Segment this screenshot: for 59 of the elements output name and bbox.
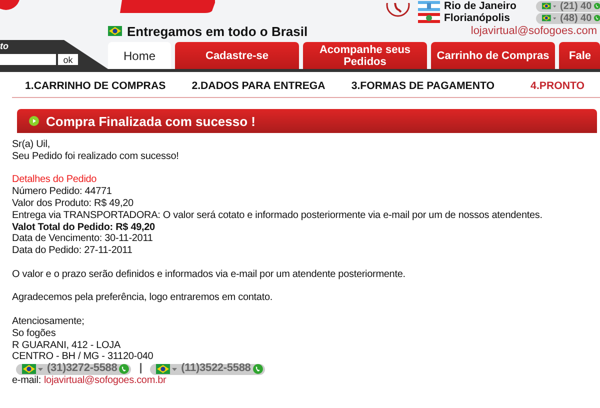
- phone-pill[interactable]: (21) 40: [536, 0, 600, 12]
- message-text: Seu Pedido foi realizado com sucesso!: [12, 150, 180, 163]
- section-heading: Detalhes do Pedido: [12, 174, 98, 186]
- email-link[interactable]: lojavirtual@sofogoes.com.br: [44, 374, 166, 386]
- logo-icon: [0, 0, 215, 13]
- checkout-step: 2.DADOS PARA ENTREGA: [192, 80, 326, 92]
- separator: |: [139, 363, 142, 375]
- brazil-flag-icon: [22, 364, 36, 374]
- nav-tab[interactable]: Home: [108, 42, 171, 69]
- caret-icon: [552, 16, 556, 20]
- message-text: Agradecemos pela preferência, logo entraremos em contato.: [12, 292, 274, 304]
- city-name: Rio de Janeiro: [444, 0, 518, 12]
- phone-pill[interactable]: (11)3522-5588: [150, 364, 265, 375]
- total-text: Valot Total do Pedido: R$ 49,20: [12, 222, 156, 234]
- message-text: R GUARANI, 412 - LOJA: [12, 340, 122, 352]
- nav-tab[interactable]: Carrinho de Compras: [431, 42, 555, 69]
- nav-tab[interactable]: Cadastre-se: [175, 42, 299, 69]
- phone-number: (31)3272-5588: [47, 363, 118, 375]
- flag-icon: [418, 13, 440, 23]
- brazil-flag-icon: [542, 1, 551, 11]
- bullet-icon: [29, 116, 39, 126]
- message-text: O valor e o prazo serão definidos e informados via e-mail por um atendente posteriormente.: [12, 268, 406, 281]
- banner-title: Compra Finalizada com sucesso !: [46, 114, 256, 128]
- checkout-step: 3.FORMAS DE PAGAMENTO: [351, 80, 495, 92]
- message-text: So fogões: [12, 328, 57, 340]
- email-label: e-mail:: [12, 374, 41, 386]
- message-text: Número Pedido: 44771: [12, 186, 113, 198]
- caret-icon: [38, 368, 43, 371]
- nav-tab[interactable]: Acompanhe seus Pedidos: [303, 42, 427, 69]
- nav-tab[interactable]: Fale: [559, 42, 600, 69]
- phone-number: (48) 40: [560, 12, 592, 24]
- message-text: Atenciosamente;: [12, 316, 86, 328]
- message-text: CENTRO - BH / MG - 31120-040: [12, 351, 154, 363]
- brazil-flag-icon: [108, 26, 122, 36]
- message-text: Entrega via TRANSPORTADORA: O valor será cotato e informado posteriormente via e-mail por um de nossos atendentes.: [12, 210, 544, 222]
- caret-icon: [172, 368, 178, 371]
- brazil-flag-icon: [156, 364, 170, 374]
- checkout-step: 4.PRONTO: [530, 80, 585, 92]
- message-text: Data do Pedido: 27-11-2011: [12, 245, 134, 257]
- ok-button[interactable]: ok: [58, 54, 78, 65]
- search-field[interactable]: [0, 54, 56, 65]
- tagline: Entregamos em todo o Brasil: [127, 24, 308, 38]
- phone-icon: [594, 1, 600, 11]
- brazil-flag-icon: [542, 13, 551, 23]
- search-label: to: [0, 41, 10, 51]
- email-link[interactable]: lojavirtual@sofogoes.com: [470, 25, 597, 37]
- phone-number: (21) 40: [560, 0, 592, 12]
- checkout-step: 1.CARRINHO DE COMPRAS: [25, 80, 166, 92]
- phone-pill[interactable]: (31)3272-5588: [16, 364, 132, 375]
- message-text: Data de Vencimento: 30-11-2011: [12, 233, 154, 246]
- phone-icon: [594, 13, 600, 23]
- caret-icon: [552, 4, 556, 8]
- city-name: Florianópolis: [444, 12, 511, 24]
- phone-number: (11)3522-5588: [181, 363, 251, 375]
- phone-icon: [252, 364, 263, 374]
- message-text: Valor dos Produto: R$ 49,20: [12, 198, 134, 210]
- phone-icon: [119, 364, 130, 374]
- phone-pill[interactable]: (48) 40: [536, 12, 600, 24]
- message-text: Sr(a) Uil,: [12, 139, 51, 151]
